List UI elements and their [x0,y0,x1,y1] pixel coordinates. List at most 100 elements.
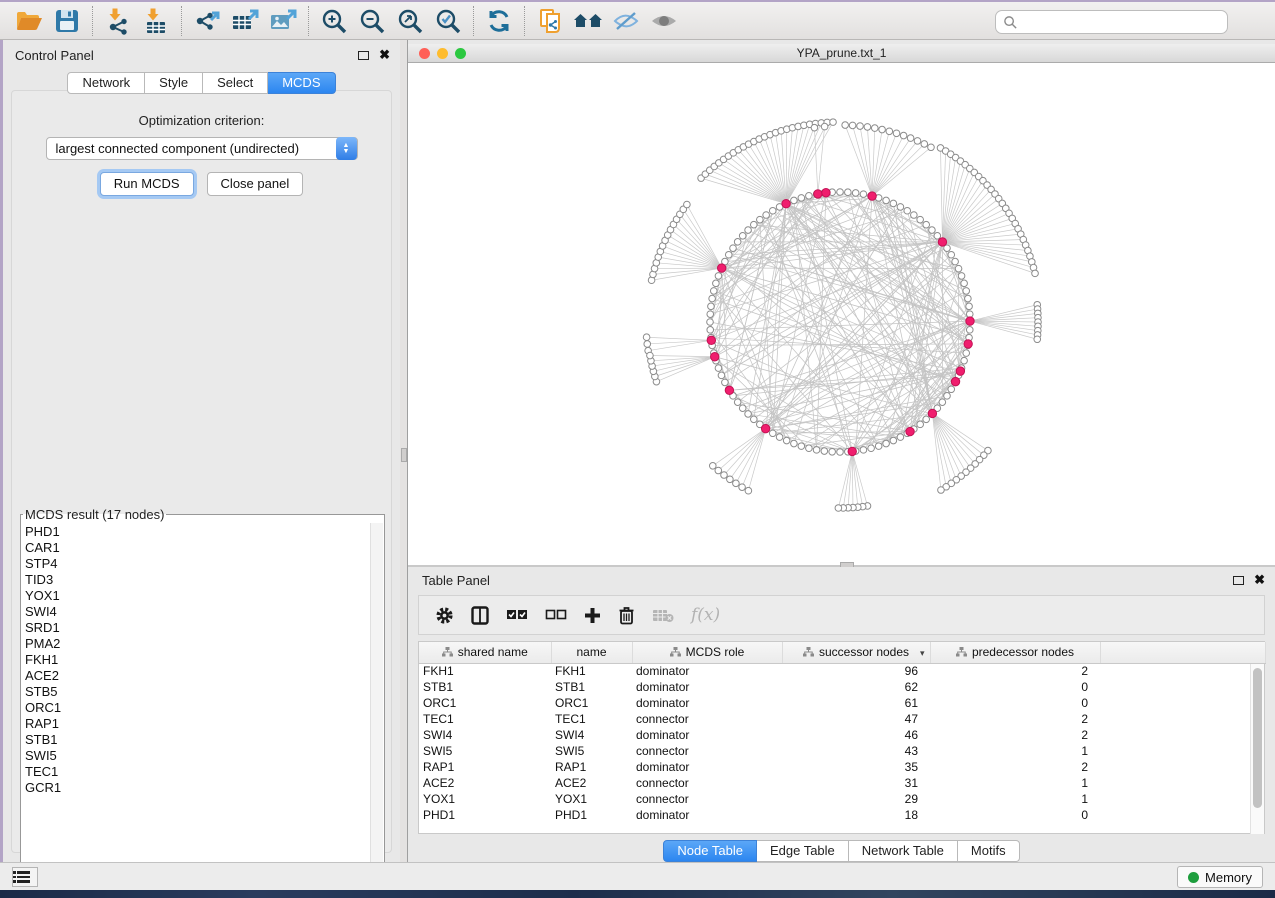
column-header-MCDS-role[interactable]: MCDS role [632,642,782,663]
table-cell[interactable]: 62 [782,679,930,695]
leaf-node[interactable] [709,462,716,469]
leaf-node[interactable] [1034,336,1041,343]
tab-network[interactable]: Network [67,72,145,94]
network-node[interactable] [750,221,757,228]
leaf-node[interactable] [830,119,837,126]
leaf-node[interactable] [907,135,914,142]
table-row[interactable]: ACE2ACE2connector311 [419,775,1265,791]
zoom-fit-icon[interactable] [391,5,429,37]
leaf-node[interactable] [835,505,842,512]
network-node[interactable] [897,434,904,441]
network-node[interactable] [757,216,764,223]
table-cell[interactable]: 18 [782,807,930,823]
dominator-node[interactable] [725,386,733,394]
network-node[interactable] [875,443,882,450]
dominator-node[interactable] [822,189,830,197]
table-cell[interactable]: 31 [782,775,930,791]
network-node[interactable] [708,303,715,310]
dominator-node[interactable] [814,190,822,198]
leaf-node[interactable] [727,476,734,483]
table-cell[interactable]: connector [632,775,782,791]
close-table-panel-icon[interactable]: ✖ [1254,575,1265,585]
leaf-node[interactable] [739,484,746,491]
table-cell[interactable]: dominator [632,679,782,695]
network-node[interactable] [715,273,722,280]
leaf-node[interactable] [745,487,752,494]
select-all-columns-icon[interactable] [506,609,528,622]
tab-style[interactable]: Style [145,72,203,94]
leaf-node[interactable] [647,352,654,359]
zoom-in-icon[interactable] [315,5,353,37]
table-row[interactable]: TEC1TEC1connector472 [419,711,1265,727]
leaf-node[interactable] [893,130,900,137]
network-node[interactable] [837,449,844,456]
network-node[interactable] [963,288,970,295]
network-node[interactable] [944,393,951,400]
table-cell[interactable]: TEC1 [419,711,551,727]
table-cell[interactable]: dominator [632,663,782,679]
network-node[interactable] [897,204,904,211]
run-mcds-button[interactable]: Run MCDS [100,172,194,196]
column-header-name[interactable]: name [551,642,632,663]
dominator-node[interactable] [848,447,856,455]
table-cell[interactable]: SWI5 [551,743,632,759]
task-history-icon[interactable] [12,867,38,887]
network-node[interactable] [958,273,965,280]
tab-motifs[interactable]: Motifs [958,840,1020,862]
leaf-node[interactable] [842,122,849,129]
table-cell[interactable]: PHD1 [551,807,632,823]
table-cell[interactable]: ORC1 [551,695,632,711]
leaf-node[interactable] [879,126,886,133]
network-node[interactable] [883,197,890,204]
criterion-dropdown[interactable]: largest connected component (undirected)… [46,137,358,160]
network-node[interactable] [948,386,955,393]
mcds-list-scrollbar[interactable] [370,523,383,867]
dominator-node[interactable] [951,377,959,385]
network-node[interactable] [961,357,968,364]
leaf-node[interactable] [871,125,878,132]
network-node[interactable] [707,311,714,318]
network-node[interactable] [966,303,973,310]
network-node[interactable] [709,295,716,302]
network-node[interactable] [763,212,770,219]
network-node[interactable] [890,200,897,207]
create-column-icon[interactable] [584,607,601,624]
table-cell[interactable]: RAP1 [419,759,551,775]
table-cell[interactable]: SWI4 [551,727,632,743]
network-node[interactable] [722,379,729,386]
table-cell[interactable]: 2 [930,711,1100,727]
mcds-result-item[interactable]: SRD1 [25,620,370,636]
network-node[interactable] [769,430,776,437]
network-node[interactable] [829,448,836,455]
mcds-result-item[interactable]: SWI4 [25,604,370,620]
tab-mcds[interactable]: MCDS [268,72,335,94]
first-neighbors-icon[interactable] [569,5,607,37]
mcds-result-list[interactable]: PHD1CAR1STP4TID3YOX1SWI4SRD1PMA2FKH1ACE2… [21,522,370,868]
table-cell[interactable]: YOX1 [419,791,551,807]
tab-select[interactable]: Select [203,72,268,94]
network-node[interactable] [934,232,941,239]
table-cell[interactable]: 1 [930,775,1100,791]
export-image-icon[interactable] [264,5,302,37]
network-node[interactable] [868,445,875,452]
mcds-result-item[interactable]: TID3 [25,572,370,588]
network-node[interactable] [783,437,790,444]
table-cell[interactable]: ORC1 [419,695,551,711]
network-node[interactable] [860,447,867,454]
table-cell[interactable]: SWI5 [419,743,551,759]
dominator-node[interactable] [966,317,974,325]
hide-selected-icon[interactable] [607,5,645,37]
table-cell[interactable]: 2 [930,759,1100,775]
mcds-result-item[interactable]: YOX1 [25,588,370,604]
network-node[interactable] [769,207,776,214]
dominator-node[interactable] [761,424,769,432]
leaf-node[interactable] [1032,270,1039,277]
float-panel-icon[interactable] [358,51,369,60]
table-cell[interactable]: dominator [632,759,782,775]
column-header-shared-name[interactable]: shared name [419,642,551,663]
memory-button[interactable]: Memory [1177,866,1263,888]
network-node[interactable] [955,265,962,272]
dominator-node[interactable] [964,340,972,348]
network-node[interactable] [776,434,783,441]
leaf-node[interactable] [914,138,921,145]
